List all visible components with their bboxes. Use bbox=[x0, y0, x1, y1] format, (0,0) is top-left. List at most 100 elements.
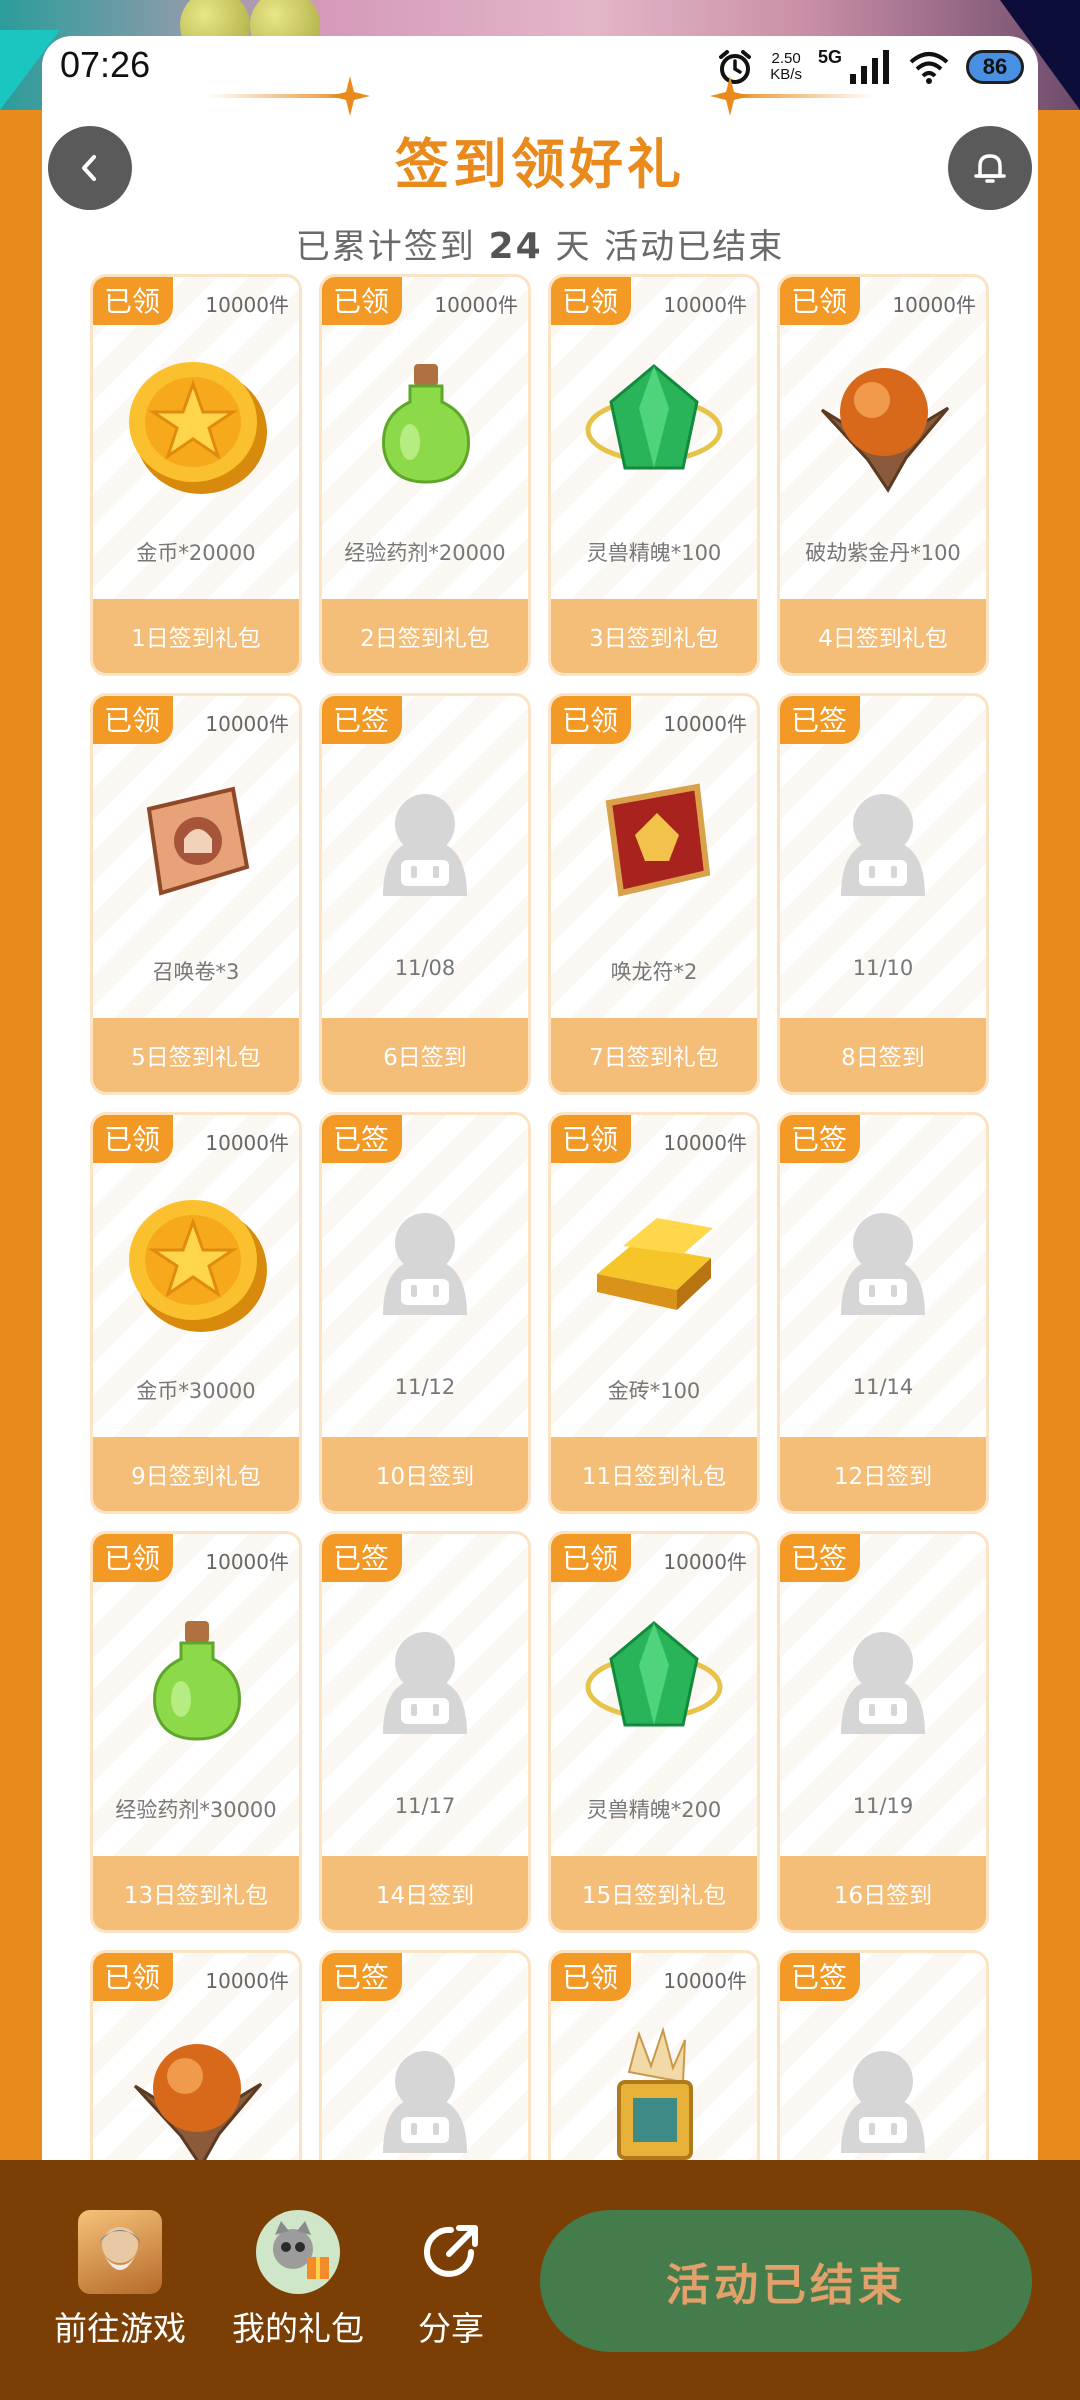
green-gem-icon bbox=[574, 345, 734, 505]
status-badge: 已领 bbox=[780, 277, 860, 325]
battery-indicator: 86 bbox=[966, 50, 1024, 84]
checkin-day-label: 12日签到 bbox=[780, 1437, 986, 1511]
status-badge: 已领 bbox=[93, 277, 173, 325]
reward-name: 召唤卷*3 bbox=[152, 960, 240, 984]
checkin-summary: 已累计签到 24 天 活动已结束 bbox=[295, 226, 785, 267]
reward-name: 唤龙符*2 bbox=[610, 960, 698, 984]
status-badge: 已领 bbox=[551, 1534, 631, 1582]
network-type: 5G bbox=[817, 46, 842, 67]
checkin-card[interactable]: 已领 10000件经验药剂*20000 2日签到礼包 bbox=[319, 274, 531, 676]
placeholder-icon bbox=[803, 2021, 963, 2181]
stock-quantity: 10000件 bbox=[205, 293, 289, 317]
checkin-day-label: 14日签到 bbox=[322, 1856, 528, 1930]
stock-quantity: 10000件 bbox=[205, 1131, 289, 1155]
status-badge: 已领 bbox=[551, 1115, 631, 1163]
stock-quantity: 10000件 bbox=[205, 712, 289, 736]
placeholder-icon bbox=[345, 1183, 505, 1343]
stock-quantity: 10000件 bbox=[663, 1969, 747, 1993]
page-title: 签到领好礼 bbox=[395, 133, 685, 196]
reward-name: 11/19 bbox=[852, 1794, 914, 1818]
orange-orb-icon bbox=[116, 2021, 276, 2181]
bottom-action-bar: 前往游戏 我的礼包 分享 活动已结束 bbox=[0, 2160, 1080, 2400]
activity-ended-button[interactable]: 活动已结束 bbox=[540, 2210, 1032, 2352]
status-badge: 已领 bbox=[551, 696, 631, 744]
checkin-day-label: 4日签到礼包 bbox=[780, 599, 986, 673]
gold-coin-icon bbox=[116, 345, 276, 505]
reward-name: 11/17 bbox=[394, 1794, 456, 1818]
checkin-card[interactable]: 已领 10000件金币*30000 9日签到礼包 bbox=[90, 1112, 302, 1514]
reward-name: 破劫紫金丹*100 bbox=[805, 541, 961, 565]
reward-name: 灵兽精魄*200 bbox=[586, 1798, 722, 1822]
status-bar: 07:26 2.50 KB/s 5G 86 bbox=[42, 36, 1038, 94]
status-badge: 已领 bbox=[93, 1953, 173, 2001]
status-badge: 已领 bbox=[322, 277, 402, 325]
status-badge: 已签 bbox=[780, 1534, 860, 1582]
share-button[interactable]: 分享 bbox=[396, 2210, 506, 2350]
checkin-days-count: 24 bbox=[488, 226, 543, 267]
status-badge: 已签 bbox=[780, 1115, 860, 1163]
checkin-card[interactable]: 已领 10000件召唤卷*3 5日签到礼包 bbox=[90, 693, 302, 1095]
status-badge: 已领 bbox=[551, 1953, 631, 2001]
checkin-day-label: 9日签到礼包 bbox=[93, 1437, 299, 1511]
checkin-day-label: 15日签到礼包 bbox=[551, 1856, 757, 1930]
checkin-day-label: 2日签到礼包 bbox=[322, 599, 528, 673]
checkin-day-label: 16日签到 bbox=[780, 1856, 986, 1930]
dragon-talisman-icon bbox=[574, 764, 734, 924]
checkin-card[interactable]: 已领 10000件 唤龙符*2 7日签到礼包 bbox=[548, 693, 760, 1095]
checkin-day-label: 5日签到礼包 bbox=[93, 1018, 299, 1092]
placeholder-icon bbox=[345, 764, 505, 924]
checkin-day-label: 13日签到礼包 bbox=[93, 1856, 299, 1930]
exp-potion-icon bbox=[116, 1602, 276, 1762]
checkin-day-label: 8日签到 bbox=[780, 1018, 986, 1092]
reward-name: 经验药剂*30000 bbox=[115, 1798, 277, 1822]
checkin-card[interactable]: 已签 11/19 16日签到 bbox=[777, 1531, 989, 1933]
status-badge: 已签 bbox=[322, 1953, 402, 2001]
game-avatar-icon bbox=[78, 2210, 162, 2294]
checkin-card[interactable]: 已签 11/10 8日签到 bbox=[777, 693, 989, 1095]
status-badge: 已签 bbox=[780, 696, 860, 744]
my-gifts-button[interactable]: 我的礼包 bbox=[218, 2210, 378, 2350]
placeholder-icon bbox=[803, 1183, 963, 1343]
stock-quantity: 10000件 bbox=[205, 1969, 289, 1993]
wifi-icon bbox=[909, 52, 949, 84]
placeholder-icon bbox=[345, 1602, 505, 1762]
checkin-card[interactable]: 已领 10000件 经验药剂*30000 13日签到礼包 bbox=[90, 1531, 302, 1933]
stock-quantity: 10000件 bbox=[663, 1550, 747, 1574]
status-badge: 已签 bbox=[322, 696, 402, 744]
placeholder-icon bbox=[803, 1602, 963, 1762]
checkin-card[interactable]: 已领 10000件金砖*100 11日签到礼包 bbox=[548, 1112, 760, 1514]
checkin-card[interactable]: 已领 10000件 灵兽精魄*100 3日签到礼包 bbox=[548, 274, 760, 676]
checkin-card[interactable]: 已领 10000件破劫紫金丹*100 4日签到礼包 bbox=[777, 274, 989, 676]
reward-name: 金砖*100 bbox=[607, 1379, 701, 1403]
status-badge: 已领 bbox=[93, 1115, 173, 1163]
reward-name: 11/08 bbox=[394, 956, 456, 980]
status-badge: 已领 bbox=[93, 1534, 173, 1582]
checkin-day-label: 11日签到礼包 bbox=[551, 1437, 757, 1511]
orange-orb-icon bbox=[803, 345, 963, 505]
reward-name: 灵兽精魄*100 bbox=[586, 541, 722, 565]
exp-potion-icon bbox=[345, 345, 505, 505]
checkin-day-label: 10日签到 bbox=[322, 1437, 528, 1511]
stock-quantity: 10000件 bbox=[663, 712, 747, 736]
stock-quantity: 10000件 bbox=[892, 293, 976, 317]
checkin-card[interactable]: 已签 11/12 10日签到 bbox=[319, 1112, 531, 1514]
reward-name: 金币*30000 bbox=[136, 1379, 256, 1403]
status-badge: 已领 bbox=[93, 696, 173, 744]
checkin-card[interactable]: 已签 11/17 14日签到 bbox=[319, 1531, 531, 1933]
placeholder-icon bbox=[345, 2021, 505, 2181]
stock-quantity: 10000件 bbox=[434, 293, 518, 317]
status-badge: 已领 bbox=[551, 277, 631, 325]
go-game-button[interactable]: 前往游戏 bbox=[40, 2210, 200, 2350]
reward-name: 11/14 bbox=[852, 1375, 914, 1399]
stock-quantity: 10000件 bbox=[663, 293, 747, 317]
checkin-card[interactable]: 已领 10000件灵兽精魄*200 15日签到礼包 bbox=[548, 1531, 760, 1933]
stock-quantity: 10000件 bbox=[663, 1131, 747, 1155]
gold-coin-icon bbox=[116, 1183, 276, 1343]
network-speed: 2.50 KB/s bbox=[770, 50, 802, 83]
reward-name: 经验药剂*20000 bbox=[344, 541, 506, 565]
checkin-card[interactable]: 已签 11/14 12日签到 bbox=[777, 1112, 989, 1514]
reward-name: 金币*20000 bbox=[136, 541, 256, 565]
checkin-card[interactable]: 已签 11/08 6日签到 bbox=[319, 693, 531, 1095]
checkin-card[interactable]: 已领 10000件 金币*20000 1日签到礼包 bbox=[90, 274, 302, 676]
status-badge: 已签 bbox=[780, 1953, 860, 2001]
